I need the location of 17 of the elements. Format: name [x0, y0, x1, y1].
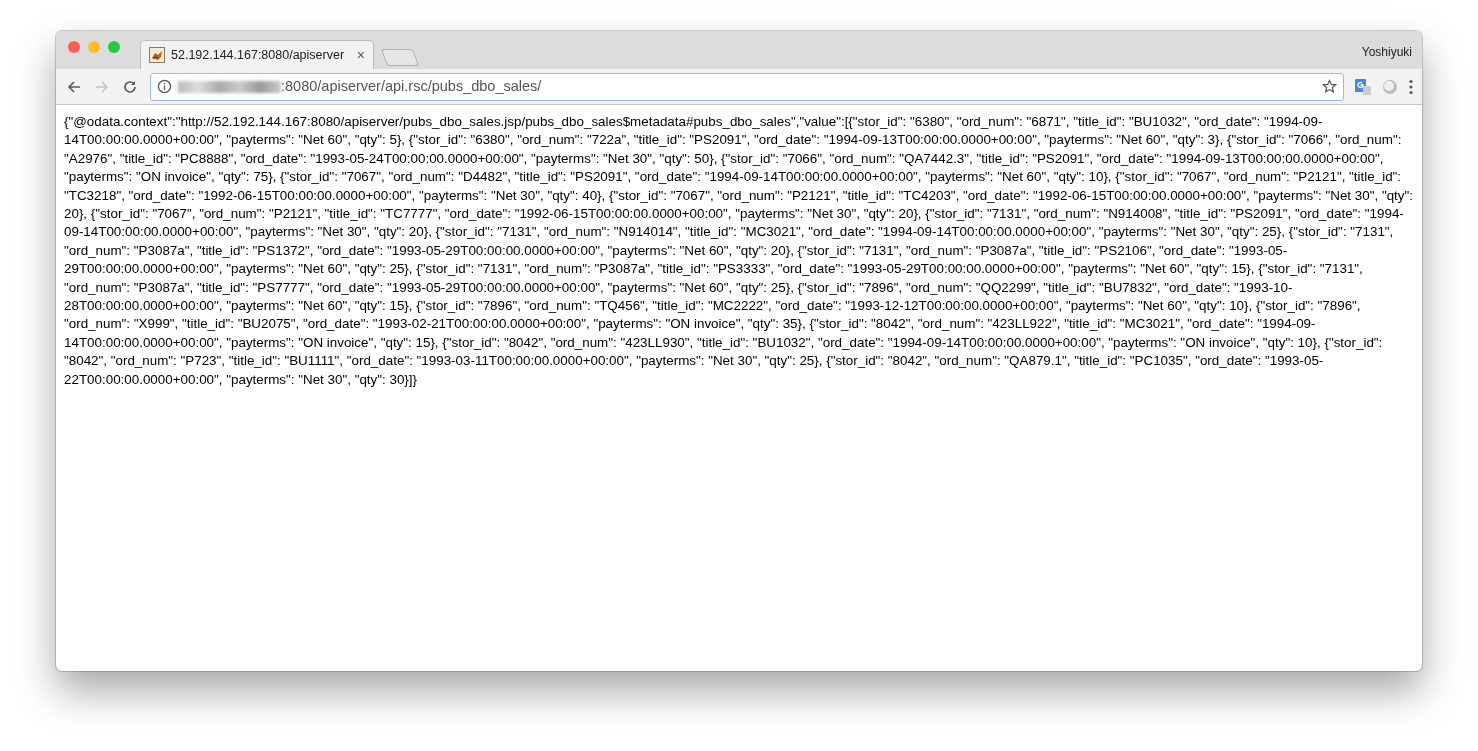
- info-icon: [157, 79, 172, 94]
- close-tab-button[interactable]: ×: [356, 48, 365, 62]
- reload-icon: [122, 78, 138, 95]
- json-text: {"@odata.context":"http://52.192.144.167:8080/apiserver/pubs_dbo_sales.jsp/pubs_dbo_sales$metadata#pubs_dbo_sales","value":[{"stor_id": "6380", "ord_num": "6871", "title_id": "BU1032", "ord_date": "1994-09-14T00:00:00.0000+00:00", "payterms": "Net 60", "qty": 5}, {"stor_id": "6380", "ord_num": "722a", "title_id": "PS2091", "ord_date": "1994-09-13T00:00:00.0000+00:00", "payterms": "Net 60", "qty": 3}, {"stor_id": "7066", "ord_num": "A2976", "title_id": "PC8888", "ord_date": "1993-05-24T00:00:00.0000+00:00", "payterms": "Net 30", "qty": 50}, {"stor_id": "7066", "ord_num": "QA7442.3", "title_id": "PS2091", "ord_date": "1994-09-13T00:00:00.0000+00:00", "payterms": "ON invoice", "qty": 75}, {"stor_id": "7067", "ord_num": "D4482", "title_id": "PS2091", "ord_date": "1994-09-14T00:00:00.0000+00:00", "payterms": "Net 60", "qty": 10}, {"stor_id": "7067", "ord_num": "P2121", "title_id": "TC3218", "ord_date": "1992-06-15T00:00:00.0000+00:00", "payterms": "Net 30", "qty": 40}, {"stor_id": "7067", "ord_num": "P2121", "title_id": "TC4203", "ord_date": "1992-06-15T00:00:00.0000+00:00", "payterms": "Net 30", "qty": 20}, {"stor_id": "7067", "ord_num": "P2121", "title_id": "TC7777", "ord_date": "1992-06-15T00:00:00.0000+00:00", "payterms": "Net 30", "qty": 20}, {"stor_id": "7131", "ord_num": "N914008", "title_id": "PS2091", "ord_date": "1994-09-14T00:00:00.0000+00:00", "payterms": "Net 30", "qty": 20}, {"stor_id": "7131", "ord_num": "N914014", "title_id": "MC3021", "ord_date": "1994-09-14T00:00:00.0000+00:00", "payterms": "Net 30", "qty": 25}, {"stor_id": "7131", "ord_num": "P3087a", "title_id": "PS1372", "ord_date": "1993-05-29T00:00:00.0000+00:00", "payterms": "Net 60", "qty": 20}, {"stor_id": "7131", "ord_num": "P3087a", "title_id": "PS2106", "ord_date": "1993-05-29T00:00:00.0000+00:00", "payterms": "Net 60", "qty": 25}, {"stor_id": "7131", "ord_num": "P3087a", "title_id": "PS3333", "ord_date": "1993-05-29T00:00:00.0000+00:00", "payterms": "Net 60", "qty": 15}, {"stor_id": "7131", "ord_num": "P3087a", "title_id": "PS7777", "ord_date": "1993-05-29T00:00:00.0000+00:00", "payterms": "Net 60", "qty": 25}, {"stor_id": "7896", "ord_num": "QQ2299", "title_id": "BU7832", "ord_date": "1993-10-28T00:00:00.0000+00:00", "payterms": "Net 60", "qty": 15}, {"stor_id": "7896", "ord_num": "TQ456", "title_id": "MC2222", "ord_date": "1993-12-12T00:00:00.0000+00:00", "payterms": "Net 60", "qty": 10}, {"stor_id": "7896", "ord_num": "X999", "title_id": "BU2075", "ord_date": "1993-02-21T00:00:00.0000+00:00", "payterms": "ON invoice", "qty": 35}, {"stor_id": "8042", "ord_num": "423LL922", "title_id": "MC3021", "ord_date": "1994-09-14T00:00:00.0000+00:00", "payterms": "ON invoice", "qty": 15}, {"stor_id": "8042", "ord_num": "423LL930", "title_id": "BU1032", "ord_date": "1994-09-14T00:00:00.0000+00:00", "payterms": "ON invoice", "qty": 10}, {"stor_id": "8042", "ord_num": "P723", "title_id": "BU1111", "ord_date": "1993-03-11T00:00:00.0000+00:00", "payterms": "Net 30", "qty": 25}, {"stor_id": "8042", "ord_num": "QA879.1", "title_id": "PC1035", "ord_date": "1993-05-22T00:00:00.0000+00:00", "payterms": "Net 30", "qty": 30}]}: [64, 113, 1414, 389]
- address-bar[interactable]: :8080/apiserver/api.rsc/pubs_dbo_sales/: [150, 72, 1344, 101]
- minimize-window-button[interactable]: [88, 41, 100, 53]
- star-icon[interactable]: [1322, 79, 1337, 94]
- translate-icon[interactable]: [1354, 77, 1372, 96]
- extension-icon[interactable]: [1382, 78, 1398, 95]
- forward-icon: [94, 78, 110, 95]
- tab-title: 52.192.144.167:8080/apiserver: [171, 46, 346, 64]
- maximize-window-button[interactable]: [108, 41, 120, 53]
- back-icon: [66, 78, 82, 95]
- profile-name[interactable]: Yoshiyuki: [1361, 43, 1412, 61]
- close-window-button[interactable]: [68, 41, 80, 53]
- browser-tab[interactable]: 52.192.144.167:8080/apiserver ×: [140, 40, 374, 69]
- menu-icon[interactable]: [1408, 78, 1414, 95]
